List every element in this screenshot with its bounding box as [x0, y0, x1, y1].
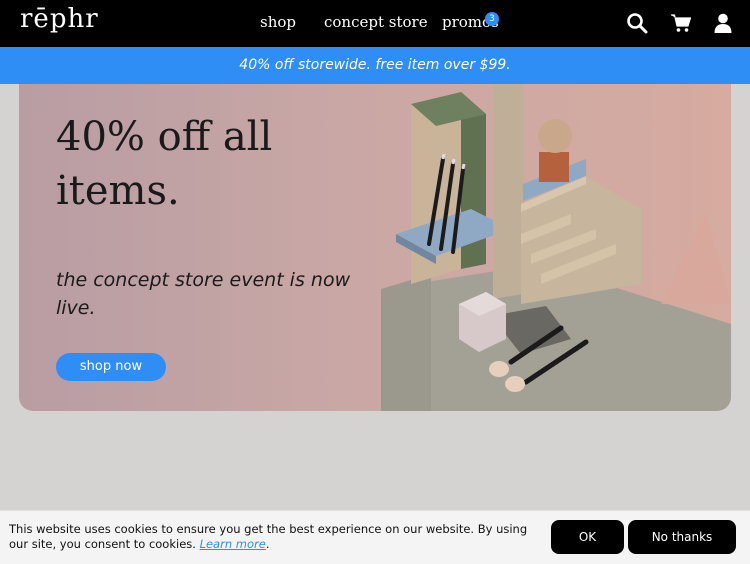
hero-banner: 40% off all items. the concept store eve…: [19, 84, 731, 411]
hero-product-image: [381, 84, 731, 411]
hero-title: 40% off all items.: [56, 114, 273, 214]
cookie-message: This website uses cookies to ensure you …: [9, 522, 528, 551]
cookie-ok-button[interactable]: OK: [551, 520, 624, 554]
learn-more-link[interactable]: Learn more: [200, 537, 266, 551]
search-icon[interactable]: [626, 12, 648, 34]
promo-bar[interactable]: 40% off storewide. free item over $99.: [0, 47, 750, 84]
hero-subtitle: the concept store event is now live.: [56, 269, 351, 319]
nav-shop[interactable]: shop: [260, 13, 296, 31]
nav-concept-store[interactable]: concept store: [324, 13, 428, 31]
logo[interactable]: rēphr: [20, 4, 99, 34]
cookie-banner: This website uses cookies to ensure you …: [0, 510, 750, 564]
cookie-no-thanks-button[interactable]: No thanks: [628, 520, 736, 554]
promos-count-badge: 3: [485, 12, 499, 26]
cart-icon[interactable]: [670, 12, 692, 34]
top-nav: rēphr shop concept store promos 3: [0, 0, 750, 47]
user-icon[interactable]: [712, 12, 734, 34]
shop-now-button[interactable]: shop now: [56, 353, 166, 381]
